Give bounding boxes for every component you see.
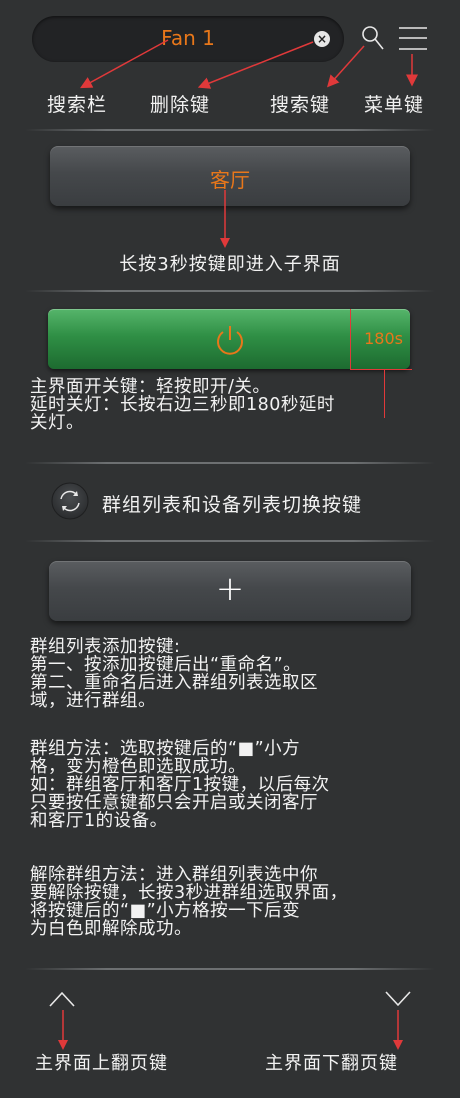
group-method-description: 群组方法：选取按键后的“■”小方 格，变为橙色即选取成功。 如：群组客厅和客厅1… [30,740,435,830]
chevron-up-icon[interactable] [48,990,76,1008]
text-line: 将按键后的“■”小方格按一下后变 [30,901,301,921]
text-line: 要解除按键，长按3秒进群组选取界面， [30,883,348,903]
text-line: 为白色即解除成功。 [30,919,192,939]
text-line: 解除群组方法：进入群组列表选中你 [30,865,318,885]
text-line: 只要按任意键都只会开启或关闭客厅 [30,793,318,813]
divider [25,129,435,131]
text-line: 第一、按添加按键后出“重命名”。 [30,655,302,675]
annotation-arrow-down [393,1010,403,1050]
text-line: 延时关灯：长按右边三秒即180秒延时 [30,395,335,415]
power-button[interactable]: 180s [48,309,410,369]
chevron-down-icon[interactable] [384,990,412,1008]
text-line: 主界面开关键：轻按即开/关。 [30,377,271,397]
ungroup-method-description: 解除群组方法：进入群组列表选中你 要解除按键，长按3秒进群组选取界面， 将按键后… [30,866,435,938]
text-line: 格，变为橙色即选取成功。 [30,757,246,777]
annotation-arrow-room [220,190,230,248]
add-description: 群组列表添加按键: 第一、按添加按键后出“重命名”。 第二、重命名后进入群组列表… [30,638,435,710]
power-description: 主界面开关键：轻按即开/关。 延时关灯：长按右边三秒即180秒延时 关灯。 [30,378,435,432]
divider [25,290,435,292]
divider [25,540,435,542]
text-line: 如：群组客厅和客厅1按键，以后每次 [30,775,330,795]
text-line: 群组方法：选取按键后的“■”小方 [30,739,301,759]
room-hint: 长按3秒按键即进入子界面 [119,254,341,275]
annotation-line [350,369,412,370]
text-line: 群组列表添加按键: [30,637,181,657]
text-line: 和客厅1的设备。 [30,811,168,831]
text-line: 域，进行群组。 [30,691,156,711]
add-button[interactable]: + [49,561,411,621]
refresh-icon[interactable] [51,482,89,520]
text-line: 关灯。 [30,413,84,433]
annotation-line [350,309,351,369]
divider [25,968,435,970]
label-delete-key: 删除键 [150,94,211,116]
power-icon [217,326,243,355]
room-button-label: 客厅 [210,168,250,192]
label-search-key: 搜索键 [270,94,331,116]
label-search-bar: 搜索栏 [47,94,108,116]
text-line: 第二、重命名后进入群组列表选取区 [30,673,318,693]
divider [25,462,435,464]
label-page-up: 主界面上翻页键 [35,1053,168,1074]
timer-label: 180s [364,329,403,348]
annotation-arrow-up [58,1010,68,1050]
label-menu-key: 菜单键 [364,94,425,116]
label-page-down: 主界面下翻页键 [265,1053,398,1074]
plus-icon: + [215,569,245,609]
toggle-label: 群组列表和设备列表切换按键 [102,494,363,516]
